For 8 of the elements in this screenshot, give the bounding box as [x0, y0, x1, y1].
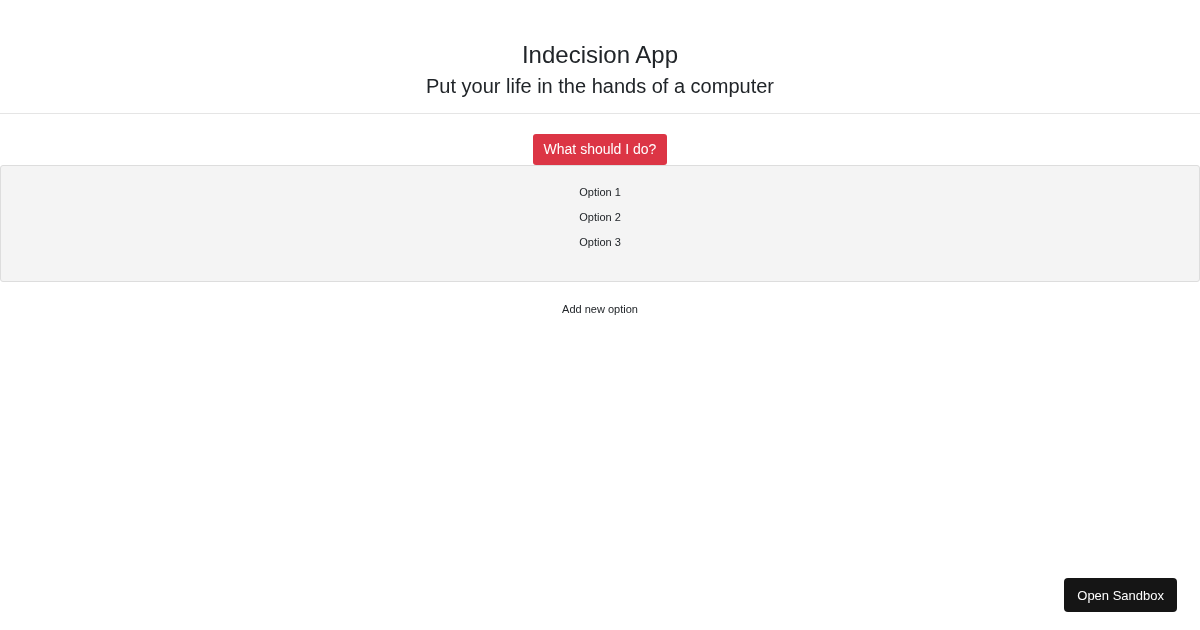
- app-subtitle: Put your life in the hands of a computer: [425, 74, 775, 99]
- app-title: Indecision App: [520, 40, 680, 70]
- open-sandbox-button[interactable]: Open Sandbox: [1064, 578, 1177, 612]
- option-item: Option 3: [579, 235, 621, 250]
- option-item: Option 2: [579, 210, 621, 225]
- decide-button[interactable]: What should I do?: [532, 134, 668, 165]
- option-item: Option 1: [579, 185, 621, 200]
- add-option-button[interactable]: Add new option: [558, 301, 642, 317]
